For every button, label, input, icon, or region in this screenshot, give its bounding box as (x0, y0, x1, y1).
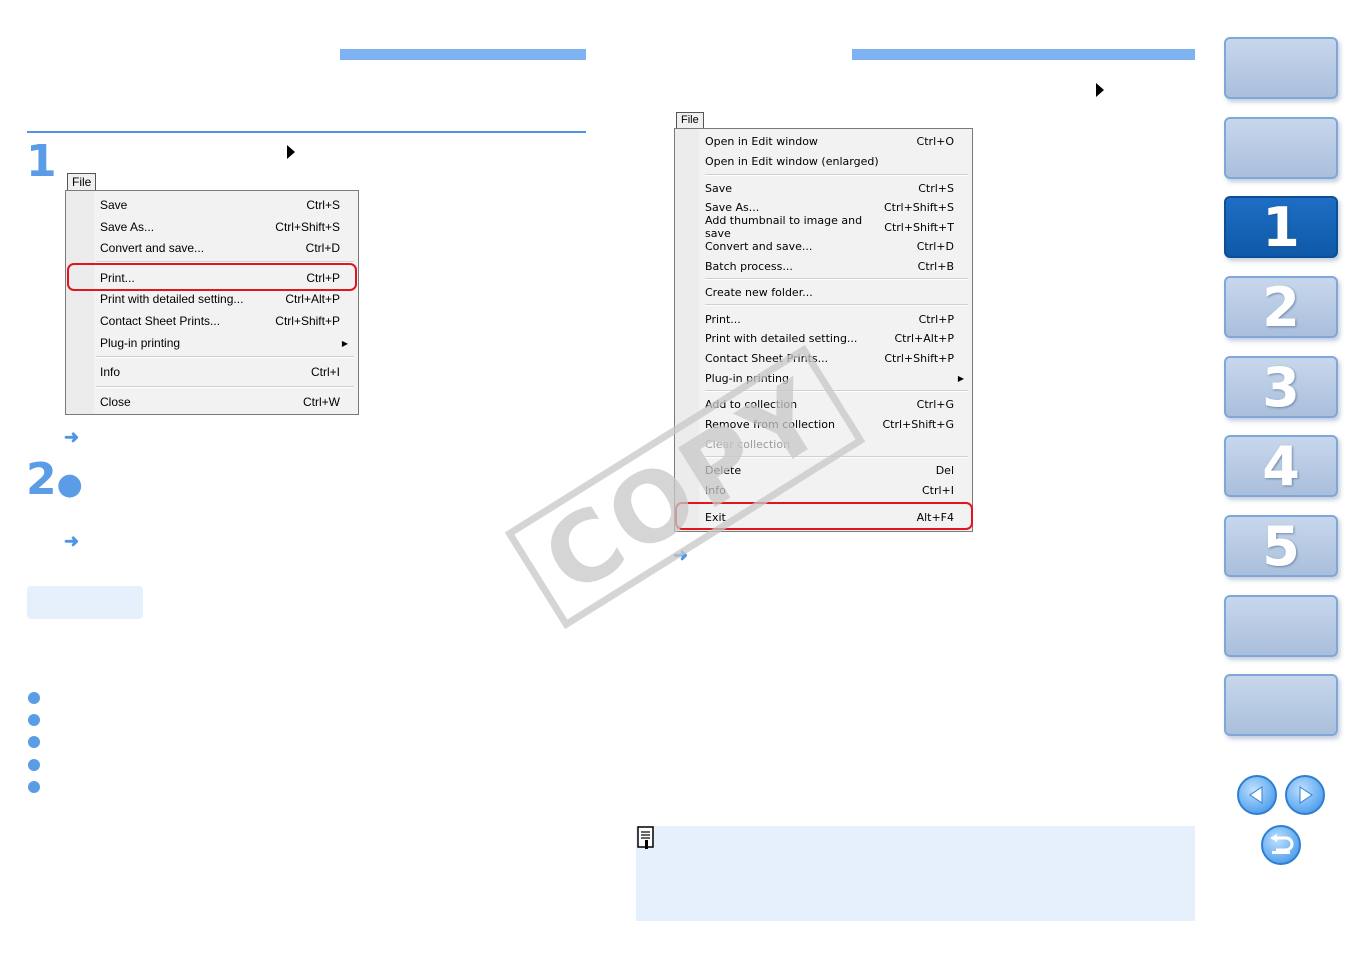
submenu-arrow-icon (1096, 83, 1104, 97)
menu-separator (705, 390, 968, 392)
menu-item-add-thumbnail[interactable]: Add thumbnail to image and save Ctrl+Shif… (705, 214, 954, 240)
menu-item-create-folder[interactable]: Create new folder... (705, 283, 954, 301)
note-box (636, 826, 1195, 921)
bullet-icon (28, 759, 40, 771)
result-arrow-icon: ➜ (64, 531, 80, 551)
menu-item-batch-process[interactable]: Batch process... Ctrl+B (705, 257, 954, 275)
menu-item-add-collection[interactable]: Add to collection Ctrl+G (705, 395, 954, 413)
menu-item-convert-save[interactable]: Convert and save... Ctrl+D (100, 238, 340, 258)
menu-item-save[interactable]: Save Ctrl+S (100, 195, 340, 215)
memo-icon (636, 826, 656, 850)
chapter-tab-5[interactable]: 5 (1224, 515, 1338, 578)
menu-separator (705, 304, 968, 306)
submenu-arrow-icon (287, 145, 295, 159)
chapter-tab-1[interactable]: 1 (1224, 196, 1338, 259)
menu-separator (96, 386, 354, 388)
chapter-tab-intro[interactable] (1224, 37, 1338, 99)
menu-item-print-detailed[interactable]: Print with detailed setting... Ctrl+Alt+P (100, 289, 340, 309)
chapter-tab-reference[interactable] (1224, 595, 1338, 657)
menu-item-remove-collection[interactable]: Remove from collection Ctrl+Shift+G (705, 415, 954, 433)
next-page-icon[interactable] (1285, 775, 1325, 815)
menu-icon-strip (66, 191, 94, 414)
chapter-tab-4[interactable]: 4 (1224, 435, 1338, 498)
menu-item-plugin-printing[interactable]: Plug-in printing ▶ (705, 369, 964, 387)
file-menu-tab[interactable]: File (676, 112, 704, 129)
result-arrow-icon: ➜ (64, 427, 80, 447)
menu-item-save-as[interactable]: Save As... Ctrl+Shift+S (100, 217, 340, 237)
section-rule (27, 131, 586, 133)
menu-item-save[interactable]: Save Ctrl+S (705, 179, 954, 197)
menu-item-clear-collection: Clear collection (705, 437, 791, 451)
file-menu-tab[interactable]: File (67, 173, 97, 191)
chapter-tab-2[interactable]: 2 (1224, 276, 1338, 339)
result-arrow-icon: ➜ (673, 545, 689, 565)
menu-separator (705, 174, 968, 176)
menu-separator (705, 278, 968, 280)
bullet-icon (28, 736, 40, 748)
section-label-box (27, 586, 143, 619)
menu-item-print-detailed[interactable]: Print with detailed setting... Ctrl+Alt+P (705, 329, 954, 347)
menu-item-print[interactable]: Print... Ctrl+P (705, 310, 954, 328)
menu-separator (96, 356, 354, 358)
menu-item-delete[interactable]: Delete Del (705, 461, 954, 479)
menu-item-info[interactable]: Info Ctrl+I (100, 362, 340, 382)
highlight-print (67, 263, 357, 291)
menu-item-convert-save[interactable]: Convert and save... Ctrl+D (705, 237, 954, 255)
menu-item-plugin-printing[interactable]: Plug-in printing ▶ (100, 333, 348, 353)
menu-item-contact-sheet[interactable]: Contact Sheet Prints... Ctrl+Shift+P (705, 349, 954, 367)
chapter-tab-3[interactable]: 3 (1224, 356, 1338, 419)
file-menu-right: Open in Edit window Ctrl+O Open in Edit w… (674, 128, 973, 532)
highlight-exit (675, 502, 973, 530)
menu-item-open-edit-enlarged[interactable]: Open in Edit window (enlarged) (705, 152, 954, 170)
bullet-icon (28, 714, 40, 726)
submenu-arrow-icon: ▶ (957, 373, 964, 383)
menu-item-contact-sheet[interactable]: Contact Sheet Prints... Ctrl+Shift+P (100, 311, 340, 331)
return-icon[interactable] (1261, 825, 1301, 865)
chapter-tab-contents[interactable] (1224, 117, 1338, 179)
menu-item-close[interactable]: Close Ctrl+W (100, 392, 340, 412)
step-number-2: 2● (26, 454, 83, 505)
menu-separator (705, 456, 968, 458)
menu-item-info[interactable]: Info Ctrl+I (705, 481, 954, 499)
prev-page-icon[interactable] (1237, 775, 1277, 815)
section-header-bar-left (340, 49, 586, 60)
bullet-icon (28, 692, 40, 704)
section-header-bar-right (852, 49, 1195, 60)
menu-item-open-edit[interactable]: Open in Edit window Ctrl+O (705, 132, 954, 150)
bullet-icon (28, 781, 40, 793)
submenu-arrow-icon: ▶ (341, 338, 348, 348)
step-number-1: 1 (26, 136, 57, 187)
chapter-tab-index[interactable] (1224, 674, 1338, 736)
menu-icon-strip (675, 129, 699, 531)
file-menu-left: Save Ctrl+S Save As... Ctrl+Shift+S Conver… (65, 190, 359, 415)
